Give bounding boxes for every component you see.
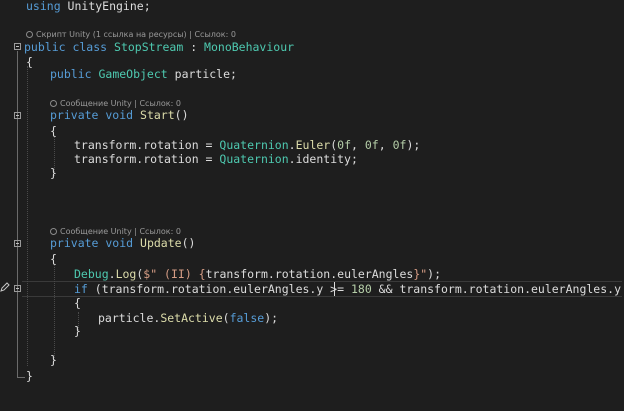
condition: (transform.rotation.eulerAngles.y >=: [87, 282, 351, 296]
assignment: transform.rotation =: [74, 152, 220, 166]
member: .identity;: [288, 152, 358, 166]
paren: (: [222, 311, 230, 325]
class-name: StopStream: [114, 40, 184, 54]
type-name: GameObject: [98, 67, 168, 81]
brace-close-start: }: [50, 166, 57, 180]
method-name: Log: [115, 267, 137, 281]
brace-open-start: {: [50, 124, 57, 138]
parens: (): [181, 236, 196, 250]
brace-close-class: }: [26, 369, 33, 383]
codelens-class-text[interactable]: Скрипт Unity (1 ссылка на ресурсы) | Ссы…: [36, 30, 236, 39]
type-name: Debug: [74, 267, 109, 281]
brace-close-if: }: [74, 324, 81, 338]
code-line-using: using UnityEngine;: [26, 0, 151, 14]
keyword: private void: [50, 236, 141, 250]
dot: .: [288, 138, 296, 152]
parens: (): [174, 108, 189, 122]
number: 0f: [392, 138, 407, 152]
gear-icon: [26, 31, 33, 38]
keyword: public: [50, 67, 99, 81]
code-line-class: public class StopStream : MonoBehaviour: [24, 39, 294, 55]
brace-close-update: }: [50, 353, 57, 367]
code-editor[interactable]: using UnityEngine; Скрипт Unity (1 ссылк…: [0, 0, 624, 411]
method-name: SetActive: [160, 311, 223, 325]
code-line-update: private void Update(): [50, 235, 195, 251]
interpolation: transform.rotation.eulerAngles: [205, 267, 414, 281]
keyword: private void: [50, 108, 141, 122]
number: 0f: [337, 138, 352, 152]
base-class: MonoBehaviour: [204, 40, 295, 54]
fold-toggle-update[interactable]: [14, 240, 21, 247]
string: }": [413, 267, 428, 281]
method-name: Euler: [295, 138, 331, 152]
paren-close: );: [264, 311, 279, 325]
outline-update: [17, 248, 18, 366]
field-name: particle;: [167, 67, 237, 81]
pencil-icon[interactable]: [0, 282, 10, 292]
type-name: Quaternion: [219, 152, 289, 166]
code-line-debug-log: Debug.Log($" (II) {transform.rotation.eu…: [74, 266, 441, 282]
code-line-rotation-identity: transform.rotation = Quaternion.identity…: [74, 151, 358, 167]
keyword-false: false: [229, 311, 265, 325]
brace-open-if: {: [74, 296, 81, 310]
code-line-start: private void Start(): [50, 107, 189, 123]
indent-guide: [54, 264, 55, 360]
condition: && transform.rotation.eulerAngles.y <=: [371, 282, 624, 296]
code-line-field: public GameObject particle;: [50, 66, 237, 82]
dot: .: [108, 267, 116, 281]
gear-icon: [50, 228, 57, 235]
keyword-using: using: [26, 0, 61, 13]
method-name: Update: [140, 236, 182, 250]
method-name: Start: [140, 108, 175, 122]
fold-toggle-if[interactable]: [14, 285, 21, 292]
indent-guide: [27, 66, 28, 366]
fold-toggle-start[interactable]: [14, 112, 21, 119]
keyword-if: if: [74, 282, 88, 296]
string: $" (II) {: [143, 267, 206, 281]
number: 180: [350, 282, 372, 296]
brace-open-class: {: [26, 55, 33, 69]
comma: ,: [351, 138, 365, 152]
paren-close: );: [427, 267, 442, 281]
outline-class-end: [17, 377, 25, 378]
code-line-if: if (transform.rotation.eulerAngles.y >= …: [74, 281, 624, 297]
separator: :: [183, 40, 205, 54]
fold-toggle-class[interactable]: [14, 43, 21, 50]
code-line-setactive: particle.SetActive(false);: [98, 310, 278, 326]
text-caret: [334, 282, 335, 296]
type-name: Quaternion: [219, 138, 289, 152]
assignment: transform.rotation =: [74, 138, 220, 152]
paren-close: );: [406, 138, 421, 152]
number: 0f: [364, 138, 379, 152]
namespace: UnityEngine;: [60, 0, 151, 13]
comma: ,: [378, 138, 393, 152]
brace-open-update: {: [50, 252, 57, 266]
object-ref: particle.: [98, 311, 161, 325]
keyword: public class: [24, 40, 115, 54]
gear-icon: [50, 100, 57, 107]
outline-start: [17, 120, 18, 175]
